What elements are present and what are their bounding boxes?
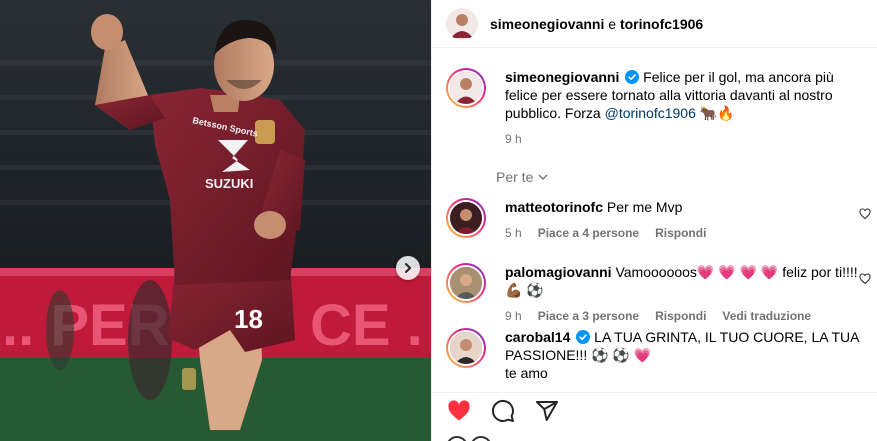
jersey-sponsor: SUZUKI — [205, 176, 253, 191]
post-photo[interactable]: .. PER .. CE . SUZUKI Betsson Sports 18 — [0, 0, 431, 441]
header-avatar[interactable] — [446, 7, 478, 40]
chevron-down-icon — [538, 174, 548, 180]
svg-text:CE .: CE . — [310, 293, 423, 358]
comment-time[interactable]: 9 h — [505, 307, 522, 325]
comment-likes[interactable]: Piace a 3 persone — [538, 307, 639, 325]
heart-icon — [448, 400, 470, 421]
post-actions — [446, 398, 560, 424]
instagram-post: .. PER .. CE . SUZUKI Betsson Sports 18 … — [0, 0, 877, 441]
comment-filter[interactable]: Per te — [496, 169, 549, 185]
comment-likes[interactable]: Piace a 4 persone — [538, 224, 639, 242]
comment-like-icon[interactable] — [859, 273, 871, 285]
comment-reply-button[interactable]: Rispondi — [655, 307, 706, 325]
caption-emoji: 🐂🔥 — [699, 105, 735, 121]
comment-icon — [491, 399, 514, 422]
share-icon — [536, 401, 558, 421]
verified-icon — [576, 330, 591, 344]
caption-time[interactable]: 9 h — [505, 130, 522, 148]
next-arrow-icon — [405, 263, 411, 273]
comment-text: Per me Mvp — [606, 199, 683, 215]
post-caption: simeonegiovanni Felice per il gol, ma an… — [446, 68, 866, 148]
comment-time[interactable]: 5 h — [505, 224, 522, 242]
comment-avatar[interactable] — [446, 328, 486, 368]
comment-reply-button[interactable]: Rispondi — [655, 224, 706, 242]
collaborator-username[interactable]: torinofc1906 — [620, 16, 703, 32]
caption-avatar[interactable] — [446, 68, 486, 108]
caption-username[interactable]: simeonegiovanni — [505, 69, 619, 85]
author-username[interactable]: simeonegiovanni — [490, 16, 604, 32]
post-side-panel: simeonegiovanni e torinofc1906 simeonegi… — [431, 0, 877, 441]
comment-item: carobal14 LA TUA GRINTA, IL TUO CUORE, L… — [446, 328, 871, 382]
comment-text-line2: te amo — [505, 365, 548, 381]
comment-like-icon[interactable] — [859, 208, 871, 220]
post-header: simeonegiovanni e torinofc1906 — [432, 0, 877, 48]
shorts-number: 18 — [234, 304, 263, 334]
comment-username[interactable]: palomagiovanni — [505, 264, 612, 280]
verified-icon — [625, 70, 640, 84]
liked-by-avatars — [446, 436, 492, 441]
comment-button[interactable] — [490, 398, 516, 424]
comment-avatar[interactable] — [446, 263, 486, 303]
next-photo-button[interactable] — [396, 256, 420, 280]
post-author-line: simeonegiovanni e torinofc1906 — [490, 16, 703, 32]
comment-item: palomagiovanni Vamoooooos💗 💗 💗 💗 feliz p… — [446, 263, 871, 325]
comment-username[interactable]: matteotorinofc — [505, 199, 603, 215]
joiner-text: e — [608, 15, 617, 32]
comment-filter-label: Per te — [496, 169, 534, 185]
caption-mention[interactable]: @torinofc1906 — [605, 105, 696, 121]
comment-item: matteotorinofc Per me Mvp 5 h Piace a 4 … — [446, 198, 871, 242]
actions-divider — [432, 392, 877, 393]
share-button[interactable] — [534, 398, 560, 424]
player-celebration-image: .. PER .. CE . SUZUKI Betsson Sports 18 — [0, 0, 431, 441]
comment-avatar[interactable] — [446, 198, 486, 238]
comment-username[interactable]: carobal14 — [505, 329, 570, 345]
like-button[interactable] — [446, 398, 472, 424]
see-translation-button[interactable]: Vedi traduzione — [722, 307, 811, 325]
